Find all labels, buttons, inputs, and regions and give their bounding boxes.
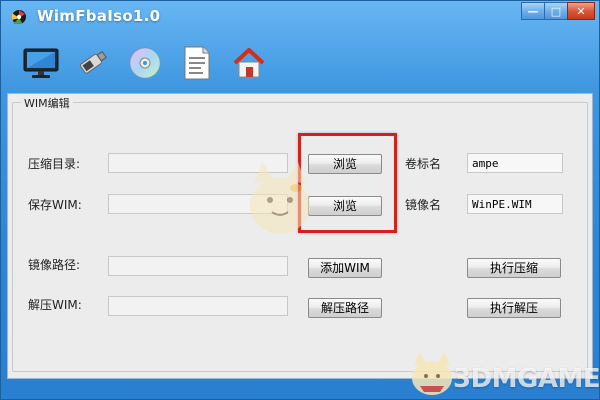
extract-path-button[interactable]: 解压路径 bbox=[308, 298, 382, 318]
add-wim-button[interactable]: 添加WIM bbox=[308, 258, 382, 278]
compress-dir-label: 压缩目录: bbox=[28, 157, 81, 171]
close-button[interactable]: ✕ bbox=[567, 2, 595, 20]
main-panel: WIM编辑 压缩目录: 浏览 卷标名 保存WIM: 浏览 镜像名 镜像路径: 添… bbox=[7, 93, 593, 379]
window-title: WimFbaIso1.0 bbox=[37, 7, 161, 25]
title-bar[interactable]: WimFbaIso1.0 — □ ✕ bbox=[1, 1, 600, 35]
extract-wim-label: 解压WIM: bbox=[28, 298, 82, 312]
run-extract-button[interactable]: 执行解压 bbox=[467, 298, 561, 318]
group-title: WIM编辑 bbox=[21, 95, 73, 111]
home-icon bbox=[233, 48, 265, 78]
volume-name-label: 卷标名 bbox=[405, 157, 442, 171]
toolbar-home-button[interactable] bbox=[223, 41, 275, 85]
toolbar-disc-button[interactable] bbox=[119, 41, 171, 85]
save-wim-label: 保存WIM: bbox=[28, 198, 82, 212]
run-compress-button[interactable]: 执行压缩 bbox=[467, 258, 561, 278]
image-path-input[interactable] bbox=[108, 256, 288, 276]
toolbar-document-button[interactable] bbox=[171, 41, 223, 85]
minimize-icon: — bbox=[527, 4, 539, 18]
minimize-button[interactable]: — bbox=[521, 2, 545, 20]
toolbar-monitor-button[interactable] bbox=[15, 41, 67, 85]
watermark-text: 3DMGAME bbox=[453, 364, 600, 394]
window-controls: — □ ✕ bbox=[521, 2, 595, 20]
watermark-mascot-icon bbox=[412, 352, 452, 395]
app-logo-icon bbox=[12, 10, 26, 24]
disc-icon bbox=[129, 47, 161, 79]
extract-wim-input[interactable] bbox=[108, 296, 288, 316]
image-name-input[interactable] bbox=[467, 194, 563, 214]
image-path-label: 镜像路径: bbox=[28, 258, 81, 272]
app-window: WimFbaIso1.0 — □ ✕ WIM编辑 压缩目录: 浏览 卷标名 am… bbox=[0, 0, 600, 400]
mascot-watermark-icon bbox=[250, 162, 310, 234]
maximize-button[interactable]: □ bbox=[544, 2, 568, 20]
volume-name-input[interactable] bbox=[467, 153, 563, 173]
usb-drive-icon bbox=[80, 50, 107, 74]
maximize-icon: □ bbox=[550, 4, 562, 18]
close-icon: ✕ bbox=[576, 4, 586, 18]
document-icon bbox=[184, 46, 210, 80]
toolbar bbox=[15, 41, 275, 87]
monitor-icon bbox=[23, 48, 59, 78]
image-name-label: 镜像名 bbox=[405, 198, 442, 212]
toolbar-usb-button[interactable] bbox=[67, 41, 119, 85]
